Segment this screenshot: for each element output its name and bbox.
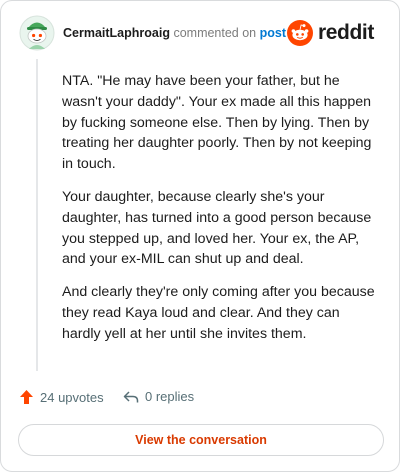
reply-arrow-icon: [123, 390, 139, 402]
comment-header: CermaitLaphroaig commented on post reddi…: [17, 15, 385, 55]
comment-paragraph: NTA. "He may have been your father, but …: [62, 73, 372, 173]
upvote-arrow-icon[interactable]: [19, 389, 34, 405]
username-link[interactable]: CermaitLaphroaig: [63, 26, 170, 40]
comment-byline: CermaitLaphroaig commented on post: [63, 26, 286, 40]
comment-paragraph: And clearly they're only coming after yo…: [62, 284, 375, 342]
comment-embed-card: CermaitLaphroaig commented on post reddi…: [0, 0, 400, 472]
post-link[interactable]: post: [260, 26, 286, 40]
reply-label: 0 replies: [145, 389, 195, 404]
view-conversation-button[interactable]: View the conversation: [18, 424, 384, 456]
snoo-avatar-icon[interactable]: [19, 15, 55, 51]
comment-paragraph: Your daughter, because clearly she's you…: [62, 188, 372, 268]
byline-action-text: commented on: [173, 26, 257, 40]
reddit-wordmark: reddit: [318, 21, 374, 44]
reddit-alien-icon: [287, 20, 313, 46]
upvote-count[interactable]: 24 upvotes: [19, 389, 104, 405]
reddit-logo[interactable]: reddit: [287, 20, 383, 46]
thread-line[interactable]: [36, 59, 38, 371]
comment-body: NTA. "He may have been your father, but …: [62, 71, 382, 357]
reply-count[interactable]: 0 replies: [123, 389, 194, 404]
upvote-label: 24 upvotes: [40, 389, 104, 405]
